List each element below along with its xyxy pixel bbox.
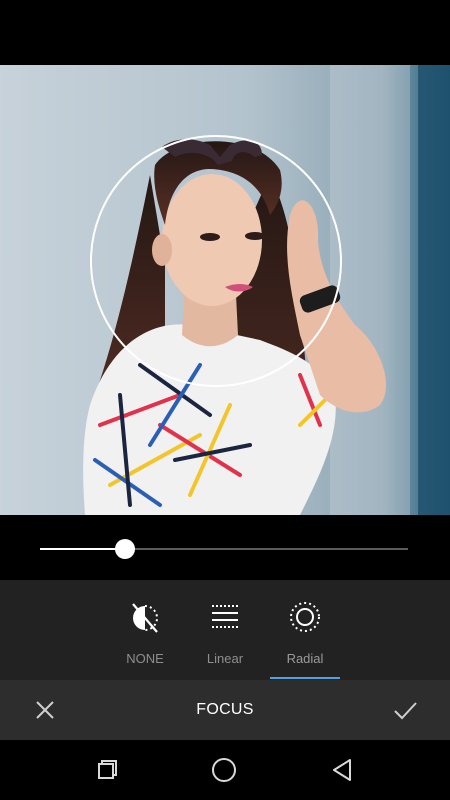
mode-none[interactable]: NONE bbox=[110, 580, 180, 680]
back-icon[interactable] bbox=[328, 756, 356, 784]
mode-radial-label: Radial bbox=[286, 651, 324, 666]
photo-preview[interactable] bbox=[0, 65, 450, 515]
check-icon[interactable] bbox=[389, 694, 421, 726]
mode-radial[interactable]: Radial bbox=[270, 580, 340, 680]
home-icon[interactable] bbox=[210, 756, 238, 784]
recents-icon[interactable] bbox=[93, 756, 121, 784]
screen-title: FOCUS bbox=[196, 701, 254, 718]
slider-track[interactable] bbox=[40, 539, 408, 559]
status-bar-area bbox=[0, 0, 450, 65]
radial-focus-icon bbox=[290, 602, 320, 632]
focus-strength-slider-area bbox=[0, 515, 450, 580]
mode-linear-label: Linear bbox=[206, 651, 244, 666]
system-navigation-bar bbox=[0, 740, 450, 800]
slider-thumb[interactable] bbox=[114, 539, 135, 559]
focus-off-icon bbox=[132, 603, 158, 633]
mode-linear[interactable]: Linear bbox=[190, 580, 260, 680]
action-bar: FOCUS bbox=[0, 680, 450, 740]
radial-focus-circle[interactable] bbox=[90, 135, 342, 387]
focus-mode-selector: NONE Linear Radial bbox=[0, 580, 450, 680]
mode-none-label: NONE bbox=[126, 651, 164, 666]
slider-fill bbox=[40, 548, 125, 550]
linear-focus-icon bbox=[212, 605, 238, 628]
selected-mode-indicator bbox=[270, 677, 340, 679]
